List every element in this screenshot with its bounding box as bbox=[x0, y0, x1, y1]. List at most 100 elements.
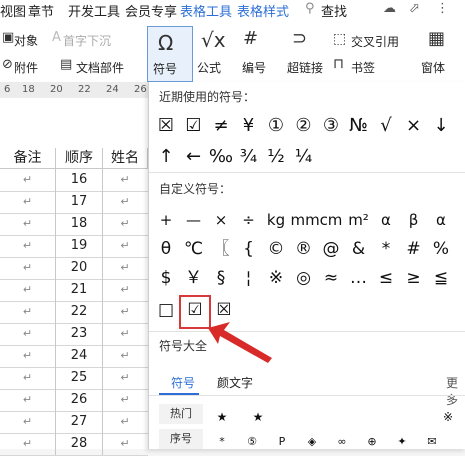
window-icon[interactable]: ▦ bbox=[428, 28, 445, 49]
hot-symbol[interactable]: ★ bbox=[209, 404, 235, 430]
custom-symbol[interactable]: kg bbox=[263, 207, 289, 233]
name-cell[interactable]: ↵ bbox=[103, 191, 147, 213]
hyperlink-icon[interactable]: ⊃ bbox=[292, 28, 307, 49]
name-cell[interactable]: ↵ bbox=[103, 411, 147, 433]
custom-symbol[interactable]: { bbox=[236, 236, 262, 262]
formula-icon[interactable]: √x bbox=[201, 28, 226, 52]
share-icon[interactable]: ⬀ bbox=[409, 1, 420, 16]
custom-symbol[interactable]: ÷ bbox=[236, 207, 262, 233]
order-symbol[interactable]: ∞ bbox=[329, 429, 355, 455]
numbering-button[interactable]: 编号 bbox=[242, 59, 266, 76]
custom-symbol[interactable]: — bbox=[181, 207, 207, 233]
recent-symbol[interactable]: ¼ bbox=[291, 144, 317, 170]
table-row[interactable]: ↵ 25 ↵ bbox=[0, 367, 148, 390]
note-cell[interactable]: ↵ bbox=[0, 279, 56, 301]
recent-symbol[interactable]: × bbox=[401, 113, 427, 139]
note-cell[interactable]: ↵ bbox=[0, 191, 56, 213]
search-icon[interactable]: ⚲ bbox=[305, 1, 315, 16]
hot-symbol[interactable]: ★ bbox=[245, 404, 271, 430]
recent-symbol[interactable]: ← bbox=[181, 144, 207, 170]
note-cell[interactable]: ↵ bbox=[0, 345, 56, 367]
custom-symbol[interactable]: ≈ bbox=[318, 265, 344, 291]
table-row[interactable]: ↵ 23 ↵ bbox=[0, 323, 148, 346]
name-cell[interactable]: ↵ bbox=[103, 257, 147, 279]
recent-symbol[interactable]: ② bbox=[291, 113, 317, 139]
order-cell[interactable]: 21 bbox=[56, 279, 103, 301]
recent-symbol[interactable]: ↓ bbox=[428, 113, 454, 139]
tab-emoticon[interactable]: 颜文字 bbox=[217, 374, 253, 391]
custom-symbol[interactable]: @ bbox=[318, 236, 344, 262]
more-link[interactable]: 更多 bbox=[446, 374, 465, 408]
note-cell[interactable]: ↵ bbox=[0, 411, 56, 433]
order-symbol[interactable]: ◈ bbox=[299, 429, 325, 455]
custom-symbol[interactable]: § bbox=[208, 265, 234, 291]
order-symbol[interactable]: ⊕ bbox=[359, 429, 385, 455]
formula-button[interactable]: 公式 bbox=[197, 59, 221, 76]
order-symbol[interactable]: ⑤ bbox=[239, 429, 265, 455]
custom-symbol[interactable]: m² bbox=[346, 207, 372, 233]
order-cell[interactable]: 27 bbox=[56, 411, 103, 433]
note-cell[interactable]: ↵ bbox=[0, 169, 56, 191]
custom-symbol[interactable]: mm bbox=[291, 207, 320, 233]
attachment-icon[interactable]: ⊘ bbox=[2, 57, 13, 72]
custom-symbol[interactable]: cm bbox=[318, 207, 344, 233]
header-note[interactable]: 备注 bbox=[0, 148, 56, 169]
order-cell[interactable]: 28 bbox=[56, 433, 103, 455]
note-cell[interactable]: ↵ bbox=[0, 433, 56, 455]
bookmark-button[interactable]: 书签 bbox=[351, 59, 375, 76]
recent-symbol[interactable]: ¥ bbox=[236, 113, 262, 139]
search-label[interactable]: 查找 bbox=[321, 1, 347, 20]
order-cell[interactable]: 18 bbox=[56, 213, 103, 235]
custom-symbol[interactable]: θ bbox=[153, 236, 179, 262]
custom-symbol[interactable]: α bbox=[428, 207, 454, 233]
name-cell[interactable]: ↵ bbox=[103, 367, 147, 389]
note-cell[interactable]: ↵ bbox=[0, 389, 56, 411]
doc-parts-icon[interactable]: ▤ bbox=[60, 57, 72, 72]
doc-parts-button[interactable]: 文档部件 bbox=[76, 59, 124, 76]
hot-symbol[interactable]: ※ bbox=[435, 404, 461, 430]
recent-symbol[interactable]: ☑ bbox=[181, 113, 207, 139]
numbering-icon[interactable]: # bbox=[243, 28, 258, 49]
header-name[interactable]: 姓名 bbox=[103, 148, 148, 169]
order-cell[interactable]: 16 bbox=[56, 169, 103, 191]
crossref-button[interactable]: 交叉引用 bbox=[351, 33, 399, 50]
table-row[interactable]: ↵ 18 ↵ bbox=[0, 213, 148, 236]
order-cell[interactable]: 17 bbox=[56, 191, 103, 213]
category-hot[interactable]: 热门 bbox=[159, 404, 203, 424]
recent-symbol[interactable]: ☒ bbox=[153, 113, 179, 139]
custom-symbol[interactable]: 〖 bbox=[208, 236, 234, 262]
note-cell[interactable]: ↵ bbox=[0, 367, 56, 389]
recent-symbol[interactable]: № bbox=[346, 113, 372, 139]
custom-symbol[interactable]: % bbox=[428, 236, 454, 262]
table-row[interactable]: ↵ 21 ↵ bbox=[0, 279, 148, 302]
table-row[interactable]: ↵ 24 ↵ bbox=[0, 345, 148, 368]
menu-table-style[interactable]: 表格样式 bbox=[237, 1, 289, 20]
custom-symbol[interactable]: ≤ bbox=[373, 265, 399, 291]
custom-symbol[interactable]: © bbox=[263, 236, 289, 262]
menu-chapter[interactable]: 章节 bbox=[28, 1, 54, 20]
custom-symbol[interactable]: # bbox=[401, 236, 427, 262]
name-cell[interactable]: ↵ bbox=[103, 389, 147, 411]
recent-symbol[interactable]: ≠ bbox=[208, 113, 234, 139]
recent-symbol[interactable]: ① bbox=[263, 113, 289, 139]
name-cell[interactable]: ↵ bbox=[103, 433, 147, 455]
table-row[interactable]: ↵ 17 ↵ bbox=[0, 191, 148, 214]
custom-symbol[interactable]: + bbox=[153, 207, 179, 233]
order-cell[interactable]: 22 bbox=[56, 301, 103, 323]
custom-symbol[interactable]: ￥ bbox=[181, 265, 207, 291]
custom-symbol[interactable]: ※ bbox=[263, 265, 289, 291]
note-cell[interactable]: ↵ bbox=[0, 235, 56, 257]
name-cell[interactable]: ↵ bbox=[103, 301, 147, 323]
custom-symbol[interactable]: & bbox=[346, 236, 372, 262]
order-symbol[interactable]: ✉ bbox=[419, 429, 445, 455]
header-order[interactable]: 顺序 bbox=[56, 148, 103, 169]
recent-symbol[interactable]: √ bbox=[373, 113, 399, 139]
attachment-button[interactable]: 附件 bbox=[14, 59, 38, 76]
table-row[interactable]: ↵ 28 ↵ bbox=[0, 433, 148, 456]
table-row[interactable]: ↵ 26 ↵ bbox=[0, 389, 148, 412]
order-cell[interactable]: 25 bbox=[56, 367, 103, 389]
custom-symbol[interactable]: ≦ bbox=[428, 265, 454, 291]
custom-symbol[interactable]: ¦ bbox=[236, 265, 262, 291]
custom-symbol[interactable]: β bbox=[401, 207, 427, 233]
custom-symbol[interactable]: × bbox=[208, 207, 234, 233]
